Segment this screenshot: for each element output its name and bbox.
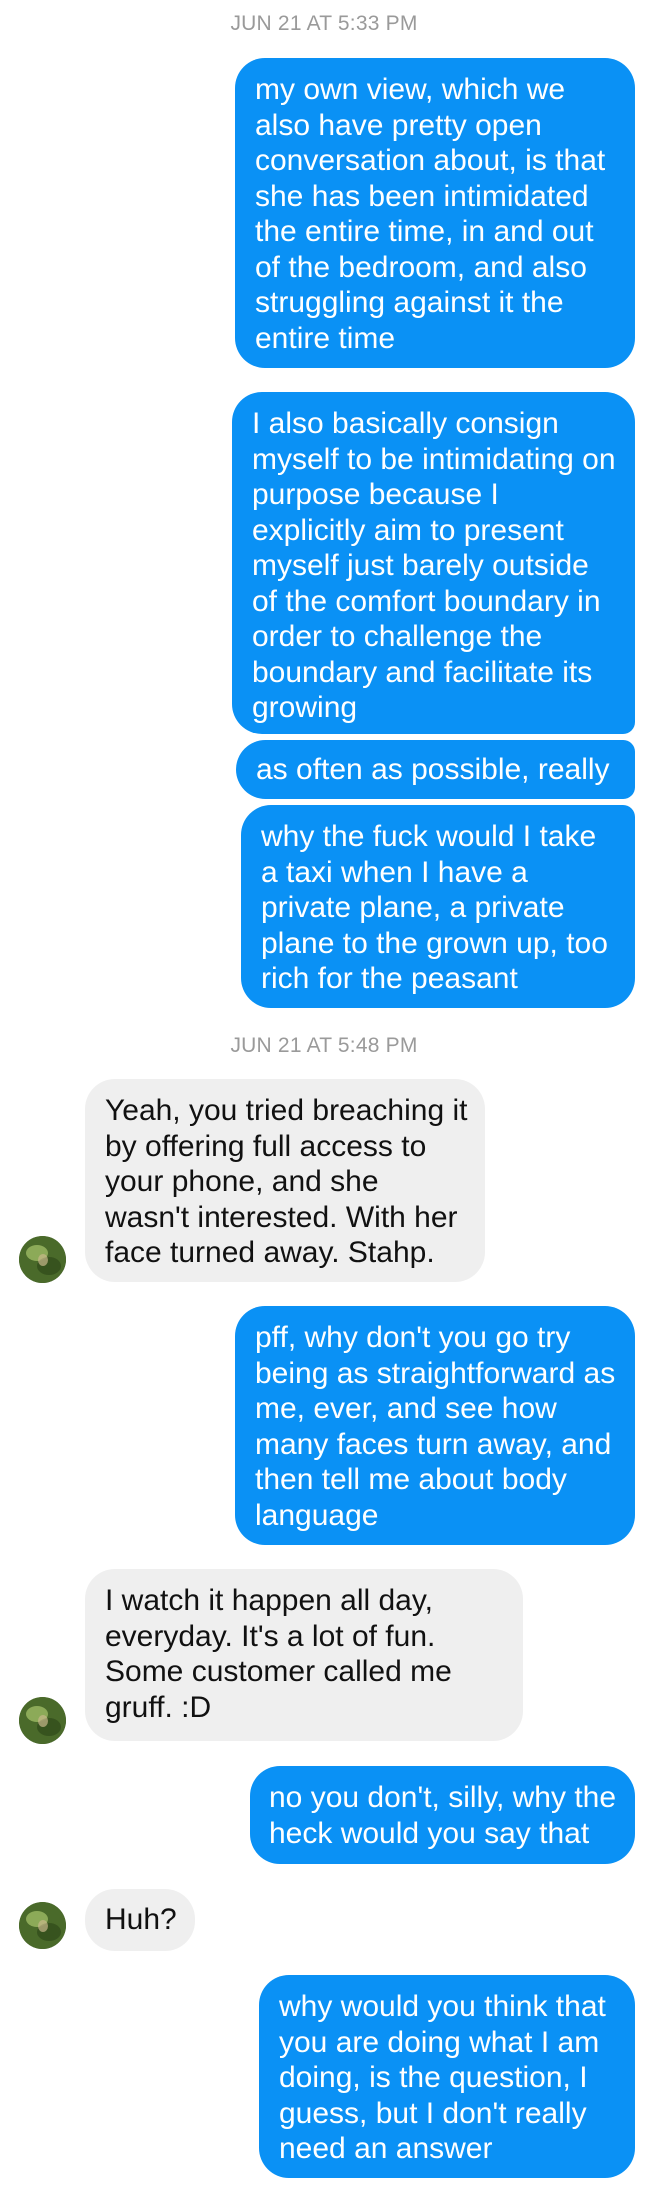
avatar-photo-icon: [19, 1697, 66, 1744]
message-bubble-outgoing[interactable]: I also basically consign myself to be in…: [232, 392, 635, 734]
message-bubble-incoming[interactable]: I watch it happen all day, everyday. It'…: [85, 1569, 523, 1741]
message-bubble-outgoing[interactable]: why the fuck would I take a taxi when I …: [241, 805, 635, 1008]
message-thread: JUN 21 AT 5:33 PM my own view, which we …: [0, 0, 648, 2190]
contact-avatar-icon[interactable]: [19, 1236, 66, 1283]
contact-avatar-icon[interactable]: [19, 1697, 66, 1744]
avatar-photo-icon: [19, 1236, 66, 1283]
message-bubble-outgoing[interactable]: no you don't, silly, why the heck would …: [250, 1766, 635, 1864]
timestamp: JUN 21 AT 5:48 PM: [230, 1034, 418, 1057]
contact-avatar-icon[interactable]: [19, 1902, 66, 1949]
message-bubble-outgoing[interactable]: my own view, which we also have pretty o…: [235, 58, 635, 368]
message-bubble-incoming[interactable]: Huh?: [85, 1889, 195, 1951]
message-bubble-outgoing[interactable]: as often as possible, really: [236, 740, 635, 799]
message-bubble-incoming[interactable]: Yeah, you tried breaching it by offering…: [85, 1079, 485, 1282]
timestamp: JUN 21 AT 5:33 PM: [230, 12, 418, 35]
message-bubble-outgoing[interactable]: why would you think that you are doing w…: [259, 1975, 635, 2178]
avatar-photo-icon: [19, 1902, 66, 1949]
message-bubble-outgoing[interactable]: pff, why don't you go try being as strai…: [235, 1306, 635, 1545]
